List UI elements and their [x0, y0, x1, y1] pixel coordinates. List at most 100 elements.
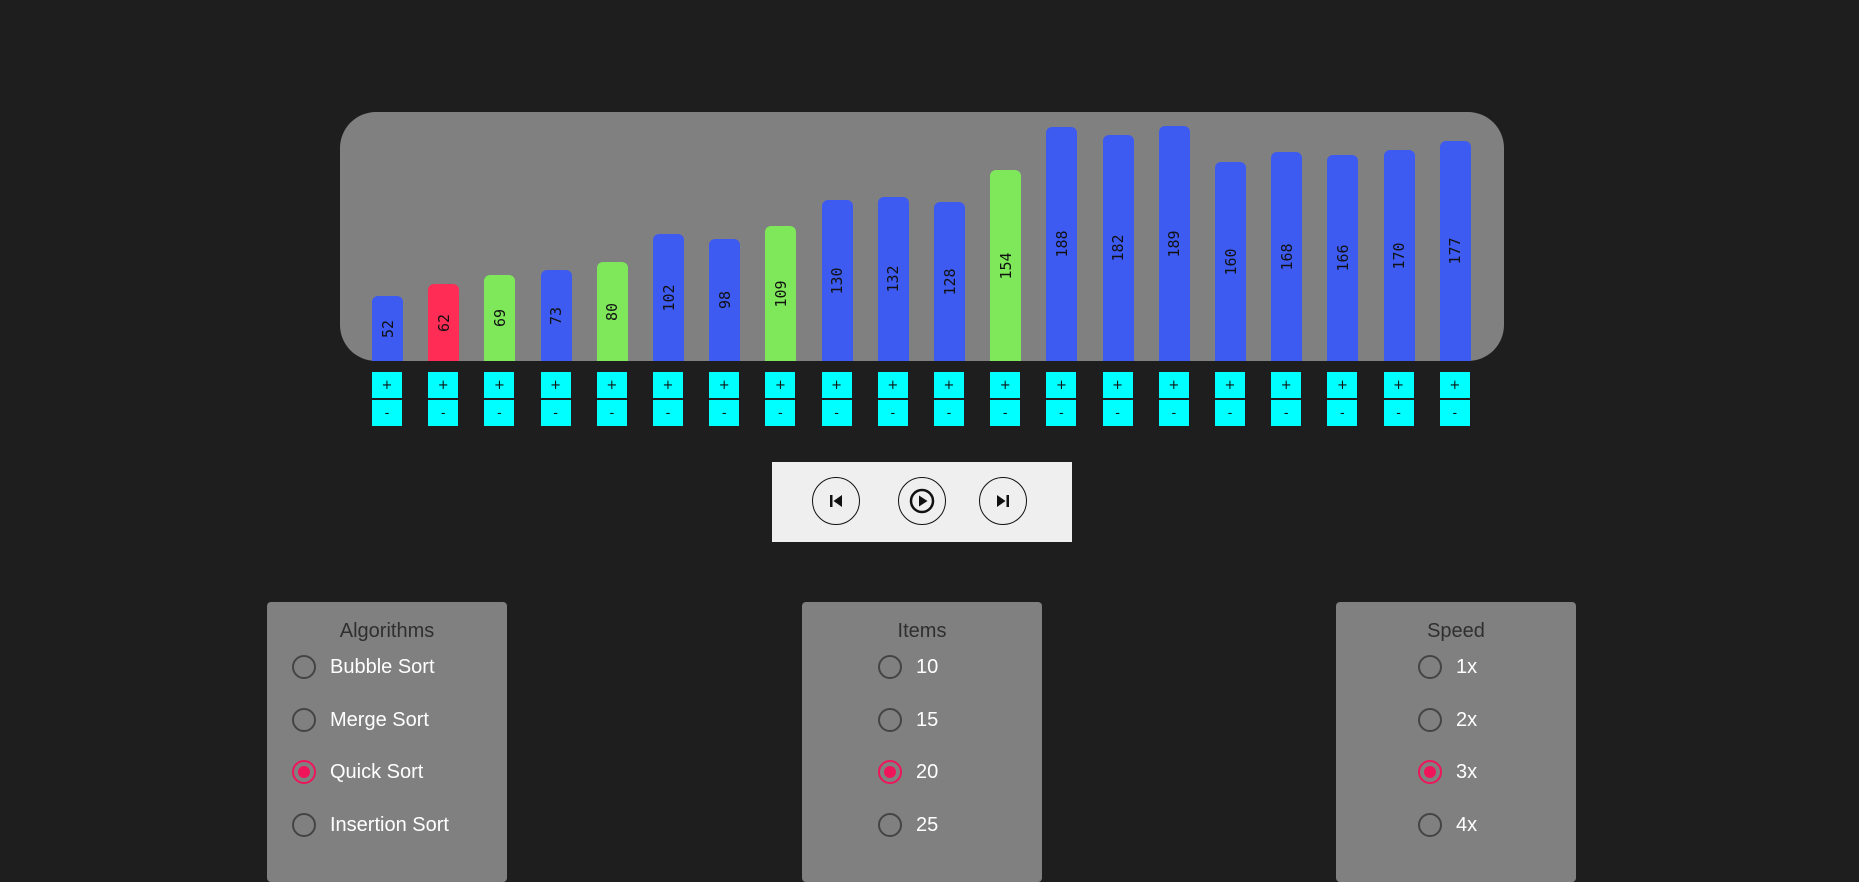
radio-button[interactable]: [878, 813, 902, 837]
items-option-20[interactable]: 20: [878, 757, 938, 787]
bar-value-label: 170: [1390, 241, 1409, 270]
decrement-button[interactable]: -: [821, 400, 852, 426]
radio-button[interactable]: [1418, 708, 1442, 732]
bar-chart: 52 62 69 73 80 102 98 109 130 132 128 154 188 182 189 1…: [340, 112, 1504, 361]
increment-button[interactable]: +: [1158, 372, 1189, 398]
option-label: Quick Sort: [330, 760, 424, 783]
bar-value-label: 69: [490, 308, 509, 328]
decrement-button[interactable]: -: [1383, 400, 1414, 426]
next-step-button[interactable]: [979, 477, 1027, 525]
decrement-button[interactable]: -: [1439, 400, 1470, 426]
speed-option-1x[interactable]: 1x: [1418, 652, 1477, 682]
increment-button[interactable]: +: [1383, 372, 1414, 398]
radio-button[interactable]: [1418, 760, 1442, 784]
algorithms-option-merge-sort[interactable]: Merge Sort: [292, 705, 429, 735]
radio-button[interactable]: [878, 760, 902, 784]
play-button[interactable]: [898, 477, 946, 525]
decrement-button[interactable]: -: [1271, 400, 1302, 426]
increment-button[interactable]: +: [709, 372, 740, 398]
increment-button[interactable]: +: [821, 372, 852, 398]
decrement-button[interactable]: -: [1046, 400, 1077, 426]
increment-button[interactable]: +: [1215, 372, 1245, 398]
increment-button[interactable]: +: [1327, 372, 1358, 398]
increment-button[interactable]: +: [934, 372, 964, 398]
algorithms-option-quick-sort[interactable]: Quick Sort: [292, 757, 423, 787]
decrement-button[interactable]: -: [1102, 400, 1133, 426]
bar-value-label: 177: [1446, 237, 1465, 265]
items-option-10[interactable]: 10: [878, 652, 938, 682]
value-stepper: + -: [1439, 372, 1470, 426]
items-option-15[interactable]: 15: [878, 705, 938, 735]
bar: 98: [709, 239, 741, 361]
increment-button[interactable]: +: [540, 372, 571, 398]
radio-button[interactable]: [1418, 655, 1442, 679]
decrement-button[interactable]: -: [653, 400, 683, 426]
bar: 73: [540, 270, 572, 361]
decrement-button[interactable]: -: [428, 400, 459, 426]
bar-value-label: 128: [940, 267, 959, 296]
bar-value-label: 168: [1277, 242, 1296, 271]
increment-button[interactable]: +: [653, 372, 683, 398]
bar-value-label: 130: [828, 266, 847, 295]
increment-button[interactable]: +: [484, 372, 515, 398]
value-stepper: + -: [877, 372, 908, 426]
increment-button[interactable]: +: [596, 372, 627, 398]
radio-button[interactable]: [292, 760, 316, 784]
bar-value-label: 109: [771, 279, 790, 308]
increment-button[interactable]: +: [1439, 372, 1470, 398]
increment-button[interactable]: +: [877, 372, 908, 398]
speed-option-4x[interactable]: 4x: [1418, 810, 1477, 840]
decrement-button[interactable]: -: [596, 400, 627, 426]
bar: 128: [934, 202, 965, 361]
option-label: Insertion Sort: [330, 813, 449, 836]
panel-title: Algorithms: [339, 620, 435, 642]
radio-button[interactable]: [292, 655, 316, 679]
increment-button[interactable]: +: [1046, 372, 1077, 398]
decrement-button[interactable]: -: [1327, 400, 1358, 426]
radio-button[interactable]: [292, 708, 316, 732]
value-stepper: + -: [653, 372, 683, 426]
bar: 52: [372, 296, 403, 361]
decrement-button[interactable]: -: [1215, 400, 1245, 426]
bar: 170: [1383, 150, 1415, 361]
items-option-25[interactable]: 25: [878, 810, 938, 840]
decrement-button[interactable]: -: [484, 400, 515, 426]
value-stepper: + -: [1271, 372, 1302, 426]
option-label: 1x: [1456, 655, 1478, 678]
decrement-button[interactable]: -: [709, 400, 740, 426]
increment-button[interactable]: +: [765, 372, 796, 398]
value-stepper: + -: [428, 372, 459, 426]
decrement-button[interactable]: -: [934, 400, 964, 426]
bar: 80: [596, 262, 628, 361]
bar: 154: [990, 170, 1022, 361]
bar: 189: [1158, 126, 1190, 361]
decrement-button[interactable]: -: [540, 400, 571, 426]
decrement-button[interactable]: -: [372, 400, 402, 426]
option-label: 20: [916, 760, 939, 783]
bar: 188: [1046, 127, 1078, 361]
bar: 132: [877, 197, 909, 361]
decrement-button[interactable]: -: [877, 400, 908, 426]
increment-button[interactable]: +: [1271, 372, 1302, 398]
increment-button[interactable]: +: [428, 372, 459, 398]
value-stepper: + -: [1158, 372, 1189, 426]
increment-button[interactable]: +: [990, 372, 1021, 398]
radio-button[interactable]: [878, 655, 902, 679]
previous-step-button[interactable]: [812, 477, 860, 525]
increment-button[interactable]: +: [1102, 372, 1133, 398]
decrement-button[interactable]: -: [765, 400, 796, 426]
radio-button[interactable]: [292, 813, 316, 837]
speed-option-3x[interactable]: 3x: [1418, 757, 1477, 787]
algorithms-option-insertion-sort[interactable]: Insertion Sort: [292, 810, 449, 840]
decrement-button[interactable]: -: [1158, 400, 1189, 426]
radio-button[interactable]: [1418, 813, 1442, 837]
algorithms-option-bubble-sort[interactable]: Bubble Sort: [292, 652, 435, 682]
value-stepper: + -: [765, 372, 796, 426]
speed-option-2x[interactable]: 2x: [1418, 705, 1477, 735]
value-stepper: + -: [990, 372, 1021, 426]
increment-button[interactable]: +: [372, 372, 402, 398]
value-stepper: + -: [1327, 372, 1358, 426]
bar-value-label: 98: [715, 290, 734, 310]
radio-button[interactable]: [878, 708, 902, 732]
decrement-button[interactable]: -: [990, 400, 1021, 426]
